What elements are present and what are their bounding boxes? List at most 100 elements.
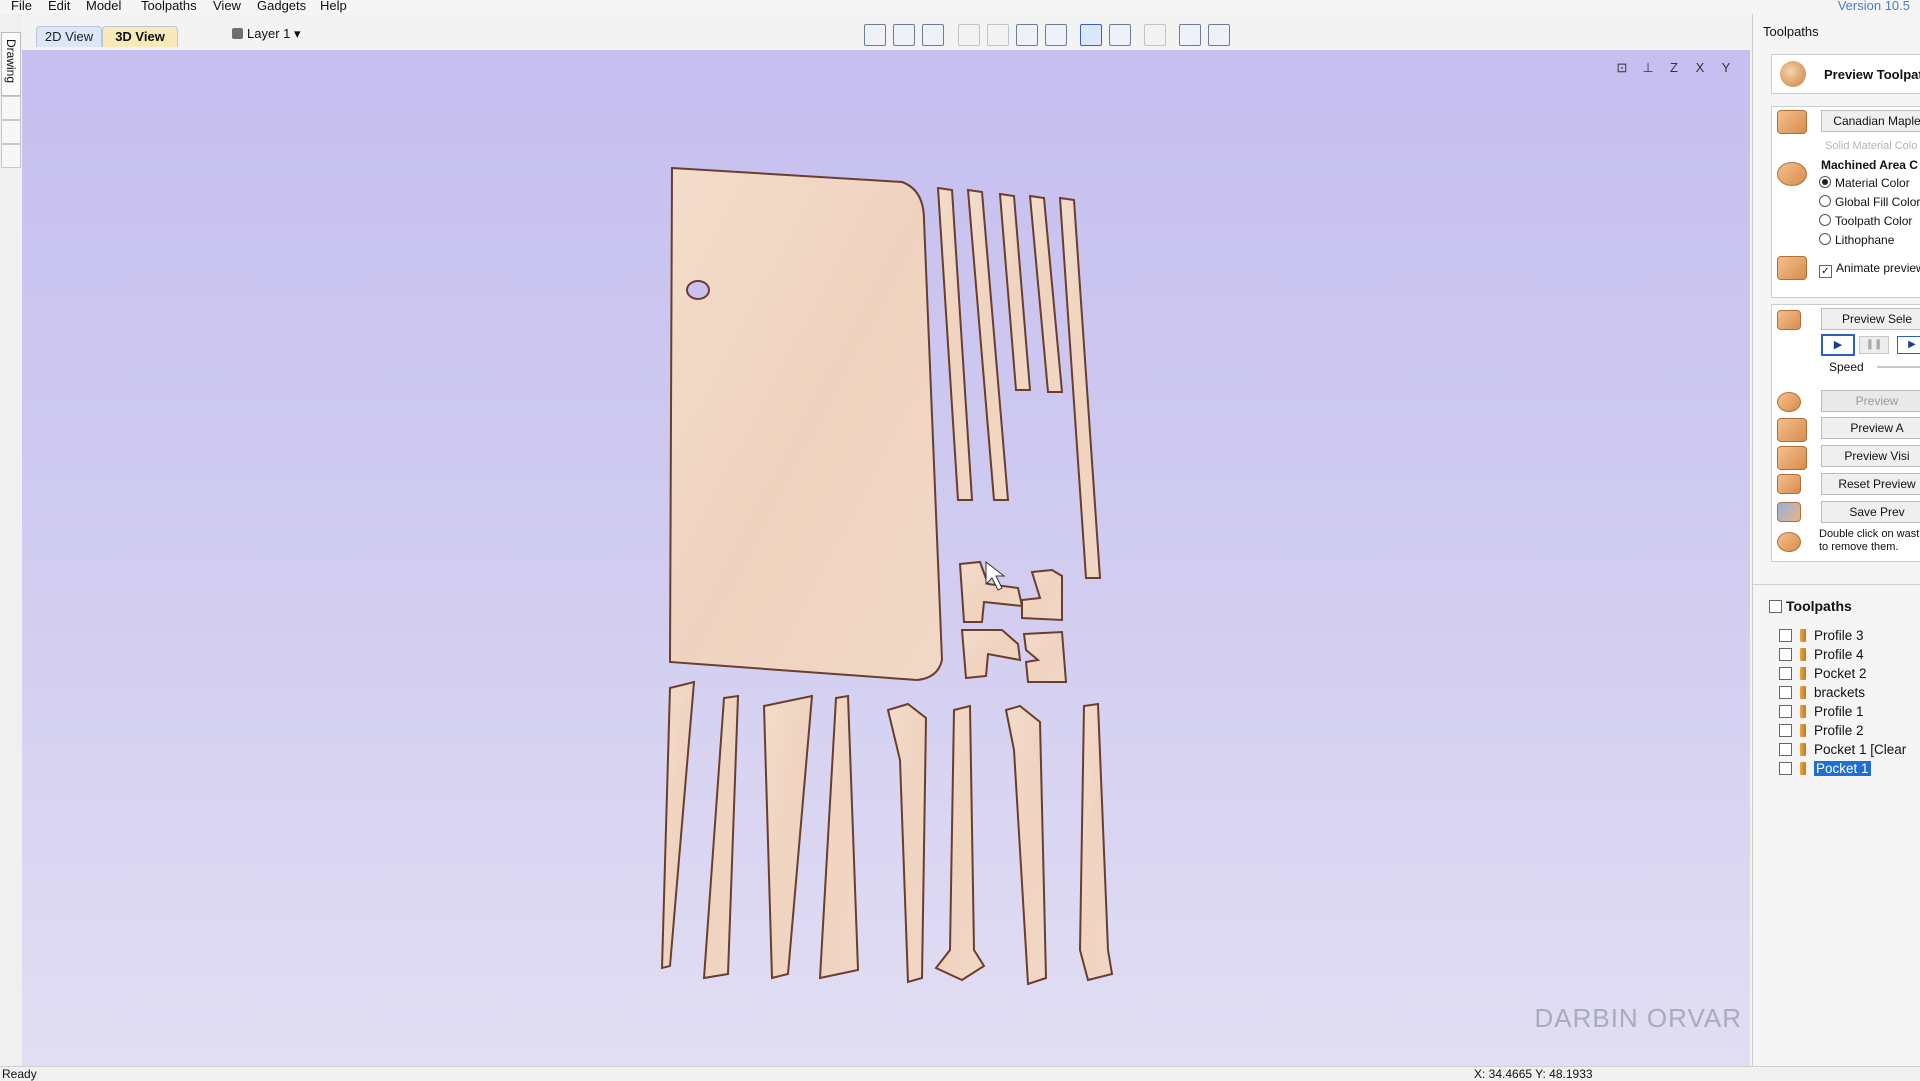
checkbox[interactable]: [1779, 686, 1792, 699]
split-h-icon[interactable]: [1179, 24, 1201, 46]
speed-slider[interactable]: [1877, 366, 1920, 368]
toolpath-label: brackets: [1814, 685, 1866, 700]
render-icon[interactable]: [1080, 24, 1102, 46]
snap-icon[interactable]: [958, 24, 980, 46]
radio-label: Material Color: [1835, 176, 1910, 190]
menu-toolpaths[interactable]: Toolpaths: [141, 0, 197, 13]
checkbox[interactable]: [1779, 667, 1792, 680]
toolpath-item[interactable]: Profile 4: [1779, 647, 1864, 665]
checkbox-checked: ✓: [1819, 265, 1832, 278]
toolpath-view-icon[interactable]: [1109, 24, 1131, 46]
toolpath-item[interactable]: Profile 3: [1779, 628, 1864, 646]
strip-tab[interactable]: [1, 120, 21, 144]
radio-dot: [1819, 195, 1831, 207]
menu-view[interactable]: View: [213, 0, 241, 13]
zoom-box-icon[interactable]: [1016, 24, 1038, 46]
pause-icon[interactable]: ❚❚: [1859, 336, 1889, 354]
checkbox[interactable]: [1779, 705, 1792, 718]
menu-gadgets[interactable]: Gadgets: [257, 0, 306, 13]
machined-area-icon: [1777, 162, 1807, 186]
checkbox[interactable]: [1779, 743, 1792, 756]
reset-preview-button[interactable]: Reset Preview: [1821, 473, 1920, 495]
preview-visible-button[interactable]: Preview Visi: [1821, 445, 1920, 467]
leg: [1004, 704, 1048, 986]
strip-tab[interactable]: [1, 96, 21, 120]
toolpath-item[interactable]: Pocket 2: [1779, 666, 1867, 684]
toolpath-label: Profile 1: [1814, 704, 1864, 719]
menu-file[interactable]: File: [11, 0, 32, 13]
bracket: [1021, 568, 1063, 622]
toolpath-icon: [1800, 686, 1806, 699]
toolpath-item-selected[interactable]: Pocket 1: [1779, 761, 1871, 779]
toolpath-icon: [1800, 705, 1806, 718]
left-tab-strip: Drawing: [0, 14, 23, 1066]
toolpath-icon: [1800, 648, 1806, 661]
toolpath-item[interactable]: brackets: [1779, 685, 1865, 703]
checkbox[interactable]: [1769, 600, 1782, 613]
3d-viewport[interactable]: ⊡ ⊥ Z X Y DARBIN ORVAR: [22, 50, 1750, 1066]
panel-title: Toolpaths: [1763, 24, 1819, 39]
radio-material-color[interactable]: Material Color: [1819, 176, 1910, 190]
animate-icon: [1777, 256, 1807, 280]
toolpath-item[interactable]: Profile 1: [1779, 704, 1864, 722]
animate-label: Animate preview: [1836, 261, 1920, 275]
toolpath-icon: [1800, 762, 1806, 775]
layer-dropdown[interactable]: Layer 1 ▾: [232, 26, 301, 42]
preview-all-icon: [1777, 418, 1807, 442]
radio-label: Lithophane: [1835, 233, 1895, 247]
toolpath-icon: [1800, 629, 1806, 642]
toolpath-item[interactable]: Pocket 1 [Clear: [1779, 742, 1906, 760]
toolpaths-header[interactable]: Toolpaths: [1769, 598, 1852, 614]
animate-preview-checkbox[interactable]: ✓ Animate preview: [1819, 261, 1920, 278]
radio-lithophane[interactable]: Lithophane: [1819, 233, 1894, 247]
shaded-icon[interactable]: [893, 24, 915, 46]
preview-selected-button[interactable]: Preview Sele: [1821, 308, 1920, 330]
zoom-icon[interactable]: [987, 24, 1009, 46]
bracket: [960, 629, 1022, 680]
panel-hole: [686, 280, 710, 300]
cursor-coordinates: X: 34.4665 Y: 48.1933: [1474, 1067, 1593, 1081]
preview-icon: [1777, 392, 1801, 412]
toolpaths-panel: Toolpaths Preview Toolpat Canadian Maple…: [1752, 14, 1920, 1066]
lamp-icon[interactable]: [1144, 24, 1166, 46]
toolpath-icon: [1800, 743, 1806, 756]
toolpath-label: Pocket 2: [1814, 666, 1867, 681]
strip: [998, 192, 1032, 391]
preview-all-button[interactable]: Preview A: [1821, 417, 1920, 439]
menu-edit[interactable]: Edit: [48, 0, 70, 13]
preview-button[interactable]: Preview: [1821, 390, 1920, 412]
version-label: Version 10.5: [1837, 0, 1910, 13]
toolpath-item[interactable]: Profile 2: [1779, 723, 1864, 741]
checkbox[interactable]: [1779, 724, 1792, 737]
checkbox[interactable]: [1779, 648, 1792, 661]
tab-3d-view[interactable]: 3D View: [102, 26, 178, 47]
checkbox[interactable]: [1779, 762, 1792, 775]
skip-icon[interactable]: ▶: [1897, 336, 1920, 354]
toolpath-icon: [1800, 724, 1806, 737]
tab-2d-view[interactable]: 2D View: [36, 26, 102, 47]
layer-stack-icon: [232, 28, 243, 39]
split-v-icon[interactable]: [1208, 24, 1230, 46]
status-text: Ready: [2, 1067, 37, 1081]
drawing-tab[interactable]: Drawing: [1, 32, 21, 96]
play-icon[interactable]: ▶: [1821, 334, 1855, 356]
menu-model[interactable]: Model: [86, 0, 121, 13]
grid-icon[interactable]: [922, 24, 944, 46]
checkbox[interactable]: [1779, 629, 1792, 642]
drawing-tab-label: Drawing: [4, 39, 18, 84]
material-button[interactable]: Canadian Maple: [1821, 110, 1920, 132]
toolpaths-header-label: Toolpaths: [1786, 598, 1852, 614]
leg: [762, 694, 814, 980]
strip-tab[interactable]: [1, 144, 21, 168]
wireframe-icon[interactable]: [864, 24, 886, 46]
leg: [934, 704, 986, 982]
machined-area-label: Machined Area C: [1821, 158, 1918, 172]
menu-help[interactable]: Help: [320, 0, 347, 13]
zoom-fit-icon[interactable]: [1045, 24, 1067, 46]
leg: [1078, 702, 1114, 982]
radio-global-fill[interactable]: Global Fill Color: [1819, 195, 1920, 209]
preview-title: Preview Toolpat: [1824, 67, 1920, 82]
radio-toolpath-color[interactable]: Toolpath Color: [1819, 214, 1912, 228]
save-preview-button[interactable]: Save Prev: [1821, 501, 1920, 523]
radio-dot: [1819, 214, 1831, 226]
